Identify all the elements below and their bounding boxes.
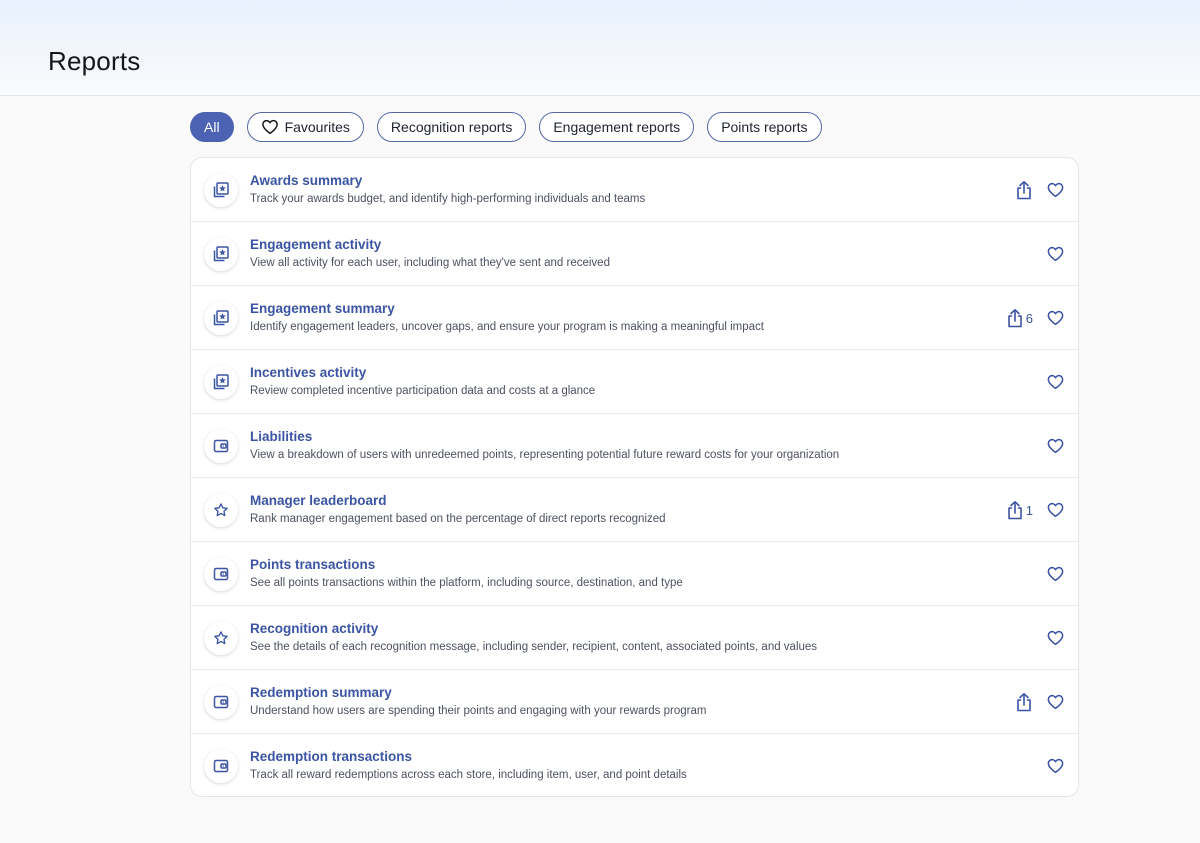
report-row[interactable]: Redemption transactions Track all reward… (191, 734, 1078, 796)
heart-icon (1046, 693, 1065, 711)
page-header: Reports (0, 0, 1200, 96)
favourite-button[interactable] (1046, 693, 1065, 711)
report-description: Track all reward redemptions across each… (250, 769, 687, 781)
heart-icon (1046, 309, 1065, 327)
filter-points-reports[interactable]: Points reports (707, 112, 822, 142)
heart-icon (1046, 565, 1065, 583)
filter-chips: All Favourites Recognition reports Engag… (190, 112, 822, 142)
report-row[interactable]: Liabilities View a breakdown of users wi… (191, 414, 1078, 478)
heart-icon (1046, 437, 1065, 455)
heart-icon (1046, 245, 1065, 263)
wallet-icon (204, 429, 238, 463)
report-title[interactable]: Manager leaderboard (250, 493, 387, 508)
star-icon (204, 493, 238, 527)
wallet-icon (204, 749, 238, 783)
heart-icon (1046, 373, 1065, 391)
filter-points-label: Points reports (721, 119, 808, 135)
report-row[interactable]: Recognition activity See the details of … (191, 606, 1078, 670)
report-row[interactable]: Engagement summary Identify engagement l… (191, 286, 1078, 350)
heart-icon (1046, 501, 1065, 519)
award-card-icon (204, 301, 238, 335)
filter-all[interactable]: All (190, 112, 234, 142)
wallet-icon (204, 685, 238, 719)
share-icon (1006, 500, 1024, 520)
favourite-button[interactable] (1046, 373, 1065, 391)
filter-favourites-label: Favourites (284, 119, 350, 135)
report-title[interactable]: Awards summary (250, 173, 362, 188)
report-description: See all points transactions within the p… (250, 577, 683, 589)
report-row[interactable]: Awards summary Track your awards budget,… (191, 158, 1078, 222)
favourite-button[interactable] (1046, 501, 1065, 519)
award-card-icon (204, 365, 238, 399)
share-icon (1006, 308, 1024, 328)
report-description: See the details of each recognition mess… (250, 641, 818, 653)
filter-engagement-label: Engagement reports (553, 119, 681, 135)
filter-recognition-label: Recognition reports (390, 119, 513, 135)
report-title[interactable]: Redemption transactions (250, 749, 412, 764)
report-row[interactable]: Incentives activity Review completed inc… (191, 350, 1078, 414)
filter-all-label: All (204, 119, 220, 135)
star-icon (204, 621, 238, 655)
report-title[interactable]: Engagement summary (250, 301, 395, 316)
share-count: 1 (1025, 502, 1033, 518)
favourite-button[interactable] (1046, 437, 1065, 455)
share-button[interactable]: 6 (1006, 308, 1033, 328)
report-row[interactable]: Redemption summary Understand how users … (191, 670, 1078, 734)
share-button[interactable]: 1 (1006, 500, 1033, 520)
favourite-button[interactable] (1046, 757, 1065, 775)
report-title[interactable]: Points transactions (250, 557, 375, 572)
award-card-icon (204, 173, 238, 207)
report-description: Identify engagement leaders, uncover gap… (250, 321, 764, 333)
share-button[interactable] (1015, 692, 1033, 712)
page-title: Reports (48, 46, 141, 76)
report-title[interactable]: Incentives activity (250, 365, 366, 380)
favourite-button[interactable] (1046, 565, 1065, 583)
reports-list: Awards summary Track your awards budget,… (190, 157, 1079, 797)
filter-favourites[interactable]: Favourites (246, 112, 364, 142)
report-description: Rank manager engagement based on the per… (250, 513, 666, 525)
wallet-icon (204, 557, 238, 591)
report-title[interactable]: Redemption summary (250, 685, 392, 700)
report-row[interactable]: Engagement activity View all activity fo… (191, 222, 1078, 286)
report-description: Understand how users are spending their … (250, 705, 707, 717)
report-title[interactable]: Recognition activity (250, 621, 378, 636)
favourite-button[interactable] (1046, 309, 1065, 327)
report-description: View a breakdown of users with unredeeme… (250, 449, 840, 461)
report-title[interactable]: Liabilities (250, 429, 312, 444)
heart-icon (1046, 629, 1065, 647)
report-title[interactable]: Engagement activity (250, 237, 381, 252)
favourite-button[interactable] (1046, 181, 1065, 199)
filter-engagement-reports[interactable]: Engagement reports (539, 112, 695, 142)
heart-icon (261, 118, 279, 136)
report-description: Review completed incentive participation… (250, 385, 596, 397)
report-row[interactable]: Points transactions See all points trans… (191, 542, 1078, 606)
share-count: 6 (1025, 310, 1033, 326)
favourite-button[interactable] (1046, 245, 1065, 263)
heart-icon (1046, 757, 1065, 775)
favourite-button[interactable] (1046, 629, 1065, 647)
report-row[interactable]: Manager leaderboard Rank manager engagem… (191, 478, 1078, 542)
share-button[interactable] (1015, 180, 1033, 200)
heart-icon (1046, 181, 1065, 199)
share-icon (1015, 180, 1033, 200)
report-description: View all activity for each user, includi… (250, 257, 610, 269)
award-card-icon (204, 237, 238, 271)
share-icon (1015, 692, 1033, 712)
filter-recognition-reports[interactable]: Recognition reports (376, 112, 527, 142)
report-description: Track your awards budget, and identify h… (250, 193, 646, 205)
